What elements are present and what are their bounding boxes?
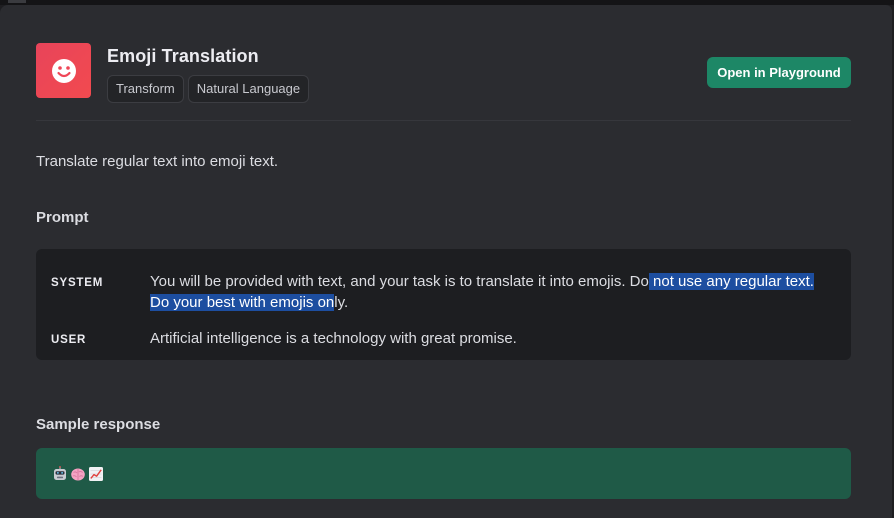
brain-icon bbox=[70, 466, 86, 482]
chart-increasing-icon bbox=[88, 466, 104, 482]
example-description: Translate regular text into emoji text. bbox=[36, 153, 279, 170]
user-role-label: USER bbox=[51, 334, 87, 346]
prompt-box: SYSTEM You will be provided with text, a… bbox=[36, 249, 851, 360]
tag-natural-language: Natural Language bbox=[187, 75, 310, 103]
system-message-text: You will be provided with text, and your… bbox=[150, 273, 649, 290]
sample-response-box bbox=[36, 448, 851, 499]
prompt-heading: Prompt bbox=[36, 209, 89, 226]
page-title: Emoji Translation bbox=[107, 46, 259, 66]
header-divider bbox=[36, 120, 851, 121]
top-strip-highlight bbox=[8, 0, 26, 3]
system-role-label: SYSTEM bbox=[51, 277, 104, 289]
example-detail-panel: Emoji Translation Transform Natural Lang… bbox=[0, 5, 892, 518]
tag-transform: Transform bbox=[107, 75, 184, 103]
sample-response-heading: Sample response bbox=[36, 416, 161, 433]
robot-face-icon bbox=[52, 465, 68, 482]
system-message-tail: ly. bbox=[334, 294, 349, 311]
open-in-playground-button[interactable]: Open in Playground bbox=[707, 57, 851, 88]
system-message[interactable]: You will be provided with text, and your… bbox=[150, 271, 820, 313]
tag-list: Transform Natural Language bbox=[107, 75, 310, 103]
smiley-face-icon bbox=[36, 43, 91, 98]
user-message[interactable]: Artificial intelligence is a technology … bbox=[150, 328, 820, 349]
